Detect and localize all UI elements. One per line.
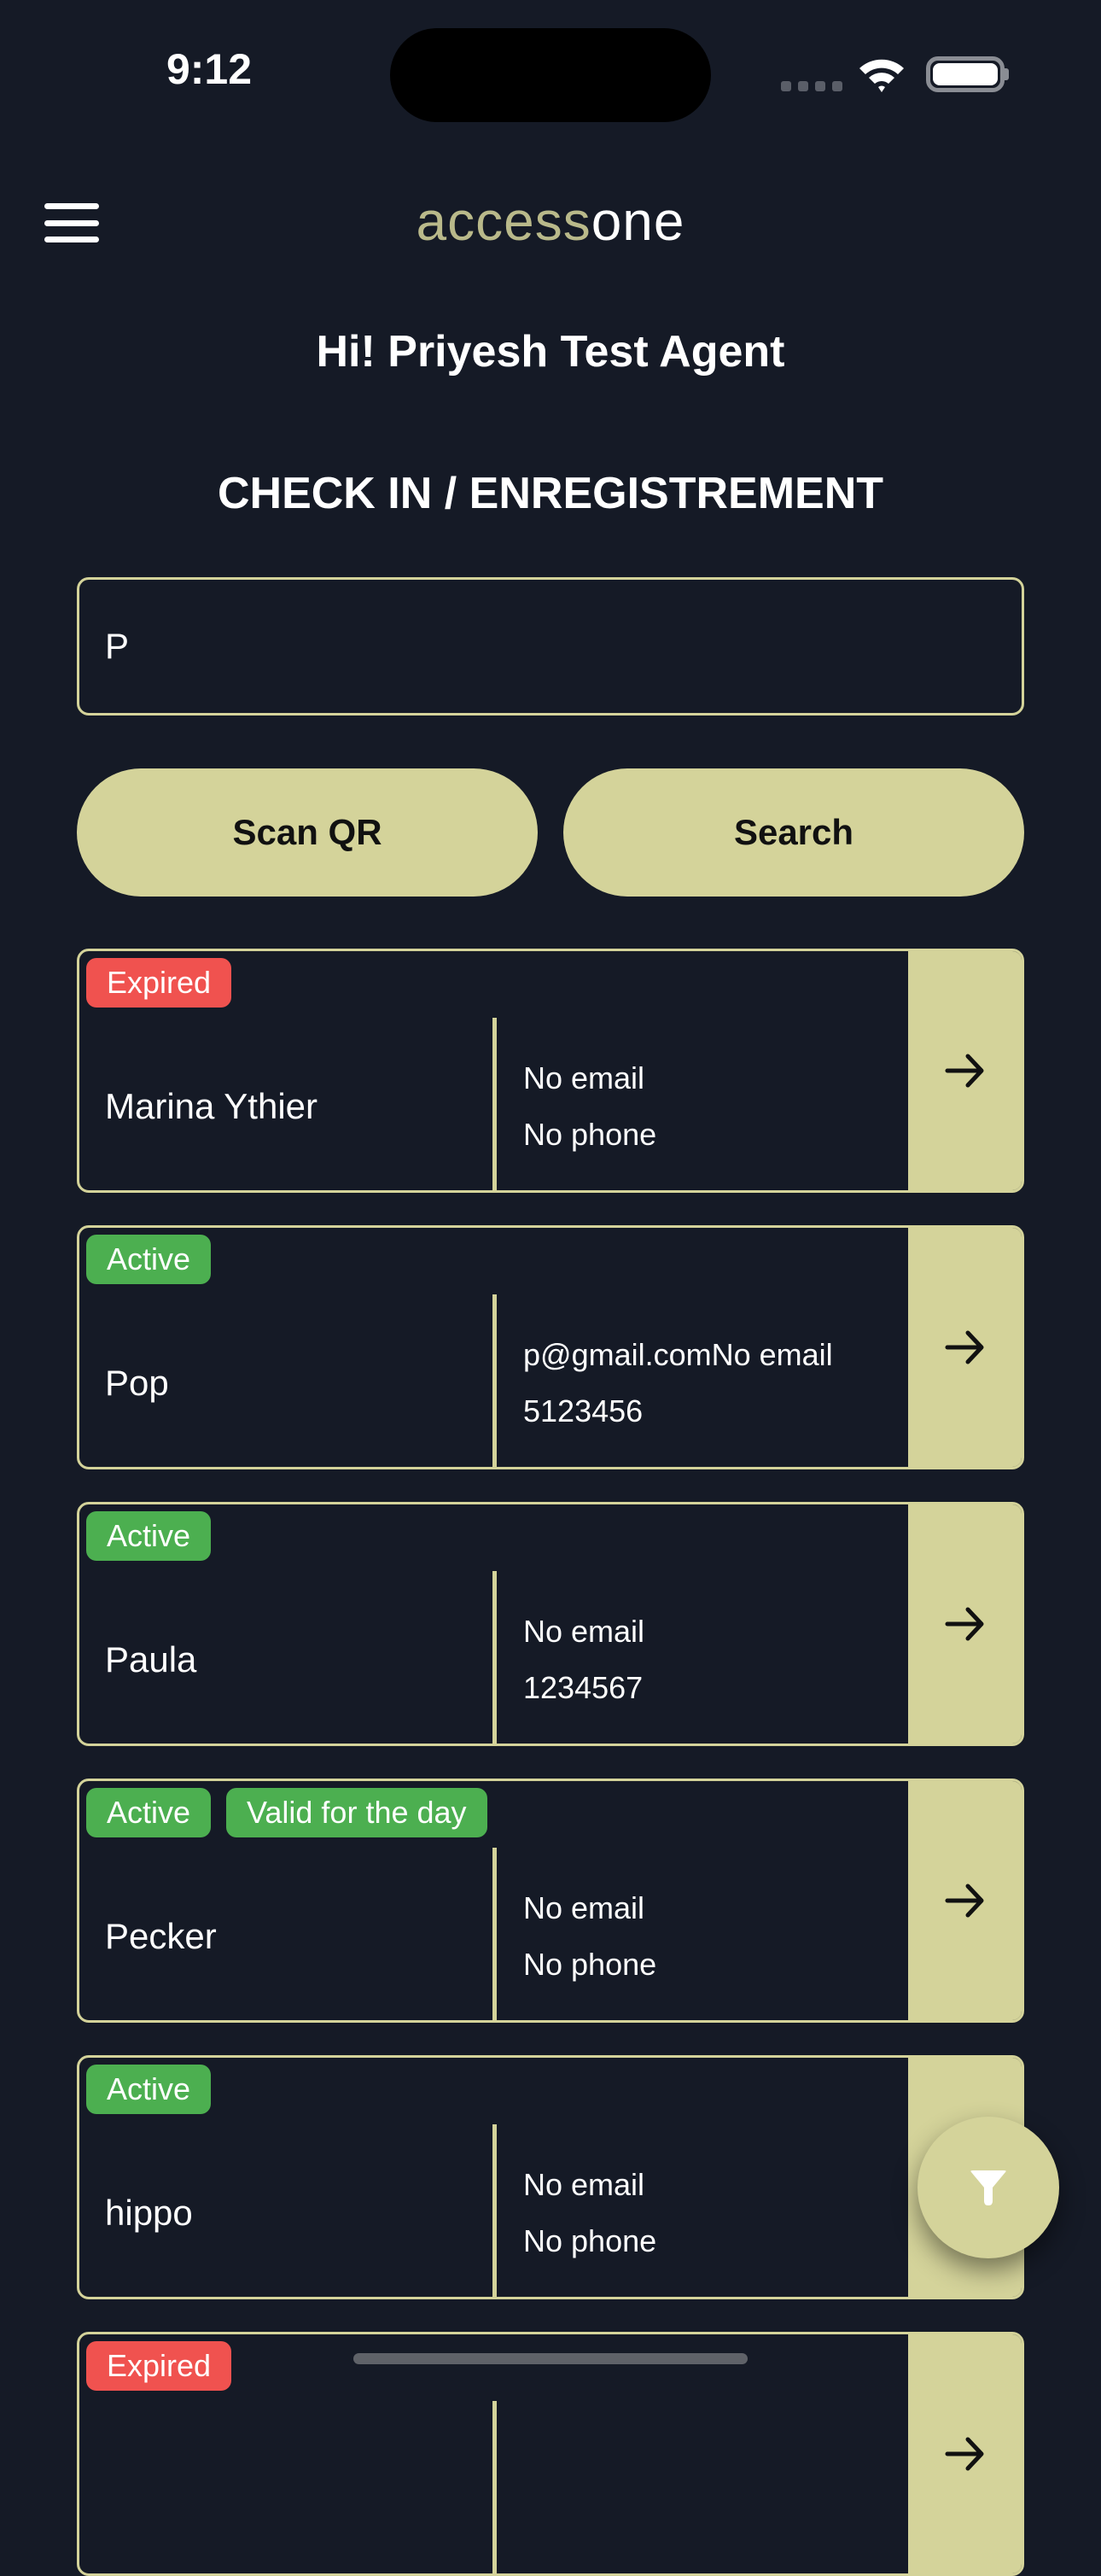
battery-tip bbox=[1005, 68, 1009, 80]
member-name: Paula bbox=[105, 1639, 197, 1679]
scan-qr-button[interactable]: Scan QR bbox=[77, 768, 538, 897]
badge-group: Expired bbox=[86, 958, 232, 1008]
divider bbox=[492, 2124, 497, 2297]
search-input[interactable] bbox=[77, 577, 1024, 716]
member-email: No email bbox=[523, 2167, 645, 2202]
member-email: No email bbox=[523, 1614, 645, 1649]
status-badge: Active bbox=[86, 2065, 212, 2114]
greeting: Hi! Priyesh Test Agent bbox=[316, 327, 785, 377]
wifi-icon bbox=[859, 59, 904, 92]
home-indicator[interactable] bbox=[353, 2353, 748, 2364]
arrow-right-icon bbox=[945, 2437, 983, 2471]
badge-group: Active bbox=[86, 1511, 212, 1561]
open-member-button[interactable] bbox=[908, 2334, 1022, 2573]
arrow-right-icon bbox=[945, 1607, 983, 1641]
status-time: 9:12 bbox=[166, 45, 253, 93]
member-name: Pecker bbox=[105, 1916, 217, 1956]
divider bbox=[492, 1571, 497, 1744]
divider bbox=[492, 1294, 497, 1467]
arrow-right-icon bbox=[945, 1884, 983, 1918]
logo-part-access: access bbox=[416, 190, 591, 252]
badge-group: Expired bbox=[86, 2341, 232, 2391]
divider bbox=[492, 1848, 497, 2020]
member-card[interactable]: Active Valid for the day Pecker No email N… bbox=[77, 1779, 1024, 2023]
member-name: Marina Ythier bbox=[105, 1086, 318, 1126]
badge-group: Active bbox=[86, 1235, 212, 1284]
logo: accessone bbox=[0, 190, 1101, 253]
arrow-right-icon bbox=[945, 1330, 983, 1364]
battery-icon bbox=[926, 56, 1005, 92]
signal-icon bbox=[781, 81, 842, 91]
open-member-button[interactable] bbox=[908, 1781, 1022, 2020]
badge-group: Active Valid for the day bbox=[86, 1788, 487, 1837]
member-card[interactable]: Active Paula No email 1234567 bbox=[77, 1502, 1024, 1746]
status-badge: Active bbox=[86, 1235, 212, 1284]
member-card[interactable]: Expired Marina Ythier No email No phone bbox=[77, 949, 1024, 1193]
status-badge: Active bbox=[86, 1511, 212, 1561]
divider bbox=[492, 1018, 497, 1190]
member-card[interactable]: Active hippo No email No phone bbox=[77, 2055, 1024, 2299]
member-name: hippo bbox=[105, 2193, 193, 2233]
member-email: No email bbox=[523, 1060, 645, 1095]
badge-group: Active bbox=[86, 2065, 212, 2114]
member-phone: No phone bbox=[523, 1947, 657, 1982]
open-member-button[interactable] bbox=[908, 951, 1022, 1190]
status-badge: Valid for the day bbox=[226, 1788, 487, 1837]
member-card[interactable]: Expired bbox=[77, 2332, 1024, 2576]
member-phone: No phone bbox=[523, 2223, 657, 2258]
divider bbox=[492, 2401, 497, 2573]
logo-part-one: one bbox=[591, 190, 685, 252]
filter-button[interactable] bbox=[918, 2117, 1059, 2258]
open-member-button[interactable] bbox=[908, 1504, 1022, 1744]
status-badge: Expired bbox=[86, 2341, 232, 2391]
member-email: p@gmail.comNo email bbox=[523, 1337, 833, 1372]
filter-icon bbox=[970, 2170, 1006, 2205]
member-name: Pop bbox=[105, 1363, 169, 1403]
member-phone: No phone bbox=[523, 1117, 657, 1152]
member-email: No email bbox=[523, 1890, 645, 1925]
member-card[interactable]: Active Pop p@gmail.comNo email 5123456 bbox=[77, 1225, 1024, 1469]
member-phone: 5123456 bbox=[523, 1393, 644, 1428]
open-member-button[interactable] bbox=[908, 1228, 1022, 1467]
member-list: Expired Marina Ythier No email No phone A… bbox=[77, 949, 1024, 2576]
page-title: CHECK IN / ENREGISTREMENT bbox=[217, 469, 884, 518]
dynamic-island bbox=[390, 28, 711, 122]
member-phone: 1234567 bbox=[523, 1670, 644, 1705]
status-badge: Expired bbox=[86, 958, 232, 1008]
search-button[interactable]: Search bbox=[563, 768, 1024, 897]
status-badge: Active bbox=[86, 1788, 212, 1837]
arrow-right-icon bbox=[945, 1054, 983, 1088]
